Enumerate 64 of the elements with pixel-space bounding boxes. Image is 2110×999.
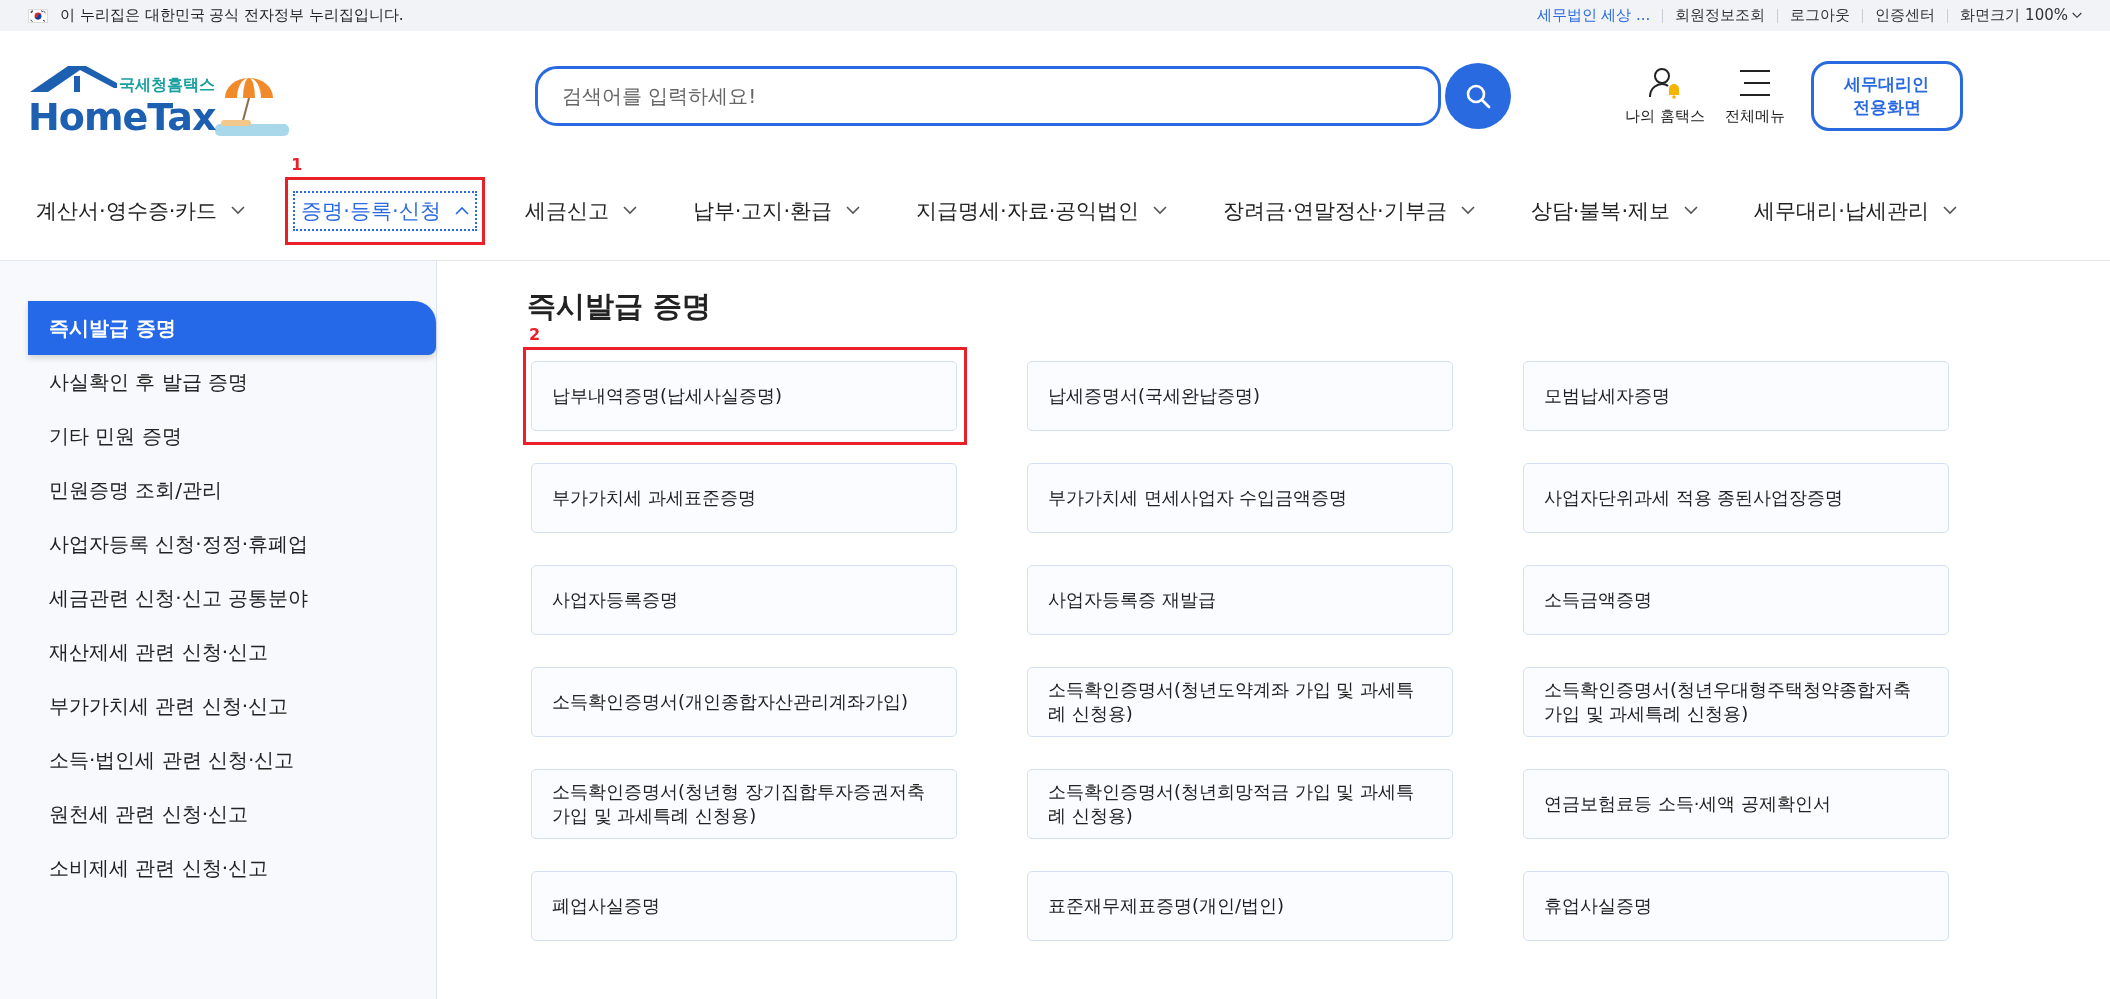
sidebar-item[interactable]: 사업자등록 신청·정정·휴폐업: [28, 517, 436, 571]
sidebar-item[interactable]: 소득·법인세 관련 신청·신고: [28, 733, 436, 787]
zoom-dropdown[interactable]: 화면크기 100%: [1960, 6, 2082, 25]
caret-icon: [846, 206, 861, 215]
certificate-link-card[interactable]: 사업자등록증명: [531, 565, 957, 635]
sidebar-item[interactable]: 재산제세 관련 신청·신고: [28, 625, 436, 679]
certificate-link-card[interactable]: 연금보험료등 소득·세액 공제확인서: [1523, 769, 1949, 839]
person-bell-icon: [1647, 66, 1682, 99]
certificate-link-card[interactable]: 표준재무제표증명(개인/법인): [1027, 871, 1453, 941]
certificate-link-card[interactable]: 소득금액증명: [1523, 565, 1949, 635]
top-link[interactable]: 회원정보조회: [1675, 6, 1766, 25]
flag-icon: [28, 8, 48, 23]
top-link[interactable]: 로그아웃: [1790, 6, 1851, 25]
my-hometax-button[interactable]: 나의 홈택스: [1625, 66, 1705, 126]
sidebar-item[interactable]: 부가가치세 관련 신청·신고: [28, 679, 436, 733]
caret-icon: [1942, 206, 1957, 215]
user-link[interactable]: 세무법인 세상 ...: [1536, 6, 1651, 25]
nav-menu-item[interactable]: 납부·고지·환급: [684, 190, 869, 231]
caret-icon: [454, 206, 469, 215]
logo-title: HomeTax: [28, 98, 216, 136]
certificate-link-card[interactable]: 소득확인증명서(청년도약계좌 가입 및 과세특례 신청용): [1027, 667, 1453, 737]
certificate-link-card[interactable]: 납부내역증명(납세사실증명): [531, 361, 957, 431]
certificate-link-card[interactable]: 모범납세자증명: [1523, 361, 1949, 431]
nav-menu-item[interactable]: 장려금·연말정산·기부금: [1215, 190, 1483, 231]
sidebar-item[interactable]: 기타 민원 증명: [28, 409, 436, 463]
all-menu-button[interactable]: 전체메뉴: [1724, 66, 1785, 126]
certificate-link-card[interactable]: 소득확인증명서(청년형 장기집합투자증권저축 가입 및 과세특례 신청용): [531, 769, 957, 839]
search-icon: [1465, 83, 1491, 109]
nav-menu-item[interactable]: 세금신고: [516, 190, 645, 231]
sidebar-item[interactable]: 원천세 관련 신청·신고: [28, 787, 436, 841]
certificate-link-card[interactable]: 부가가치세 과세표준증명: [531, 463, 957, 533]
caret-icon: [622, 206, 637, 215]
certificate-link-card[interactable]: 사업자단위과세 적용 종된사업장증명: [1523, 463, 1949, 533]
logo-subtitle: 국세청홈택스: [117, 75, 216, 96]
search-field[interactable]: 검색어를 입력하세요!: [535, 66, 1441, 126]
nav-menu-item[interactable]: 계산서·영수증·카드: [28, 190, 254, 231]
caret-icon: [231, 206, 246, 215]
annotation-number: 1: [291, 154, 303, 174]
nav-menu-item[interactable]: 상담·불복·제보: [1522, 190, 1707, 231]
certificate-link-card[interactable]: 납세증명서(국세완납증명): [1027, 361, 1453, 431]
certificate-link-card[interactable]: 부가가치세 면세사업자 수입금액증명: [1027, 463, 1453, 533]
caret-icon: [1153, 206, 1168, 215]
notice-text: 이 누리집은 대한민국 공식 전자정부 누리집입니다.: [60, 6, 404, 25]
agent-screen-button[interactable]: 세무대리인 전용화면: [1810, 61, 1963, 131]
sidebar-item[interactable]: 소비제세 관련 신청·신고: [28, 841, 436, 895]
top-link[interactable]: 인증센터: [1875, 6, 1936, 25]
sidebar-item[interactable]: 민원증명 조회/관리: [28, 463, 436, 517]
annotation-number: 2: [529, 325, 541, 344]
nav-menu-item[interactable]: 세무대리·납세관리: [1746, 190, 1965, 231]
certificate-link-card[interactable]: 소득확인증명서(청년우대형주택청약종합저축 가입 및 과세특례 신청용): [1523, 667, 1949, 737]
certificate-link-card[interactable]: 휴업사실증명: [1523, 871, 1949, 941]
certificate-link-card[interactable]: 소득확인증명서(청년희망적금 가입 및 과세특례 신청용): [1027, 769, 1453, 839]
section-title: 즉시발급 증명: [527, 288, 713, 325]
sidebar-item[interactable]: 사실확인 후 발급 증명: [28, 355, 436, 409]
certificate-link-card[interactable]: 사업자등록증 재발급: [1027, 565, 1453, 635]
sidebar-item[interactable]: 세금관련 신청·신고 공통분야: [28, 571, 436, 625]
sidebar-item[interactable]: 즉시발급 증명: [28, 301, 436, 355]
caret-icon: [1460, 206, 1475, 215]
nav-menu-item[interactable]: 지급명세·자료·공익법인: [908, 190, 1176, 231]
certificate-link-card[interactable]: 소득확인증명서(개인종합자산관리계좌가입): [531, 667, 957, 737]
caret-icon: [1684, 206, 1699, 215]
caret-icon: [2072, 12, 2082, 19]
nav-menu-item[interactable]: 증명·등록·신청: [293, 190, 477, 231]
certificate-link-card[interactable]: 폐업사실증명: [531, 871, 957, 941]
